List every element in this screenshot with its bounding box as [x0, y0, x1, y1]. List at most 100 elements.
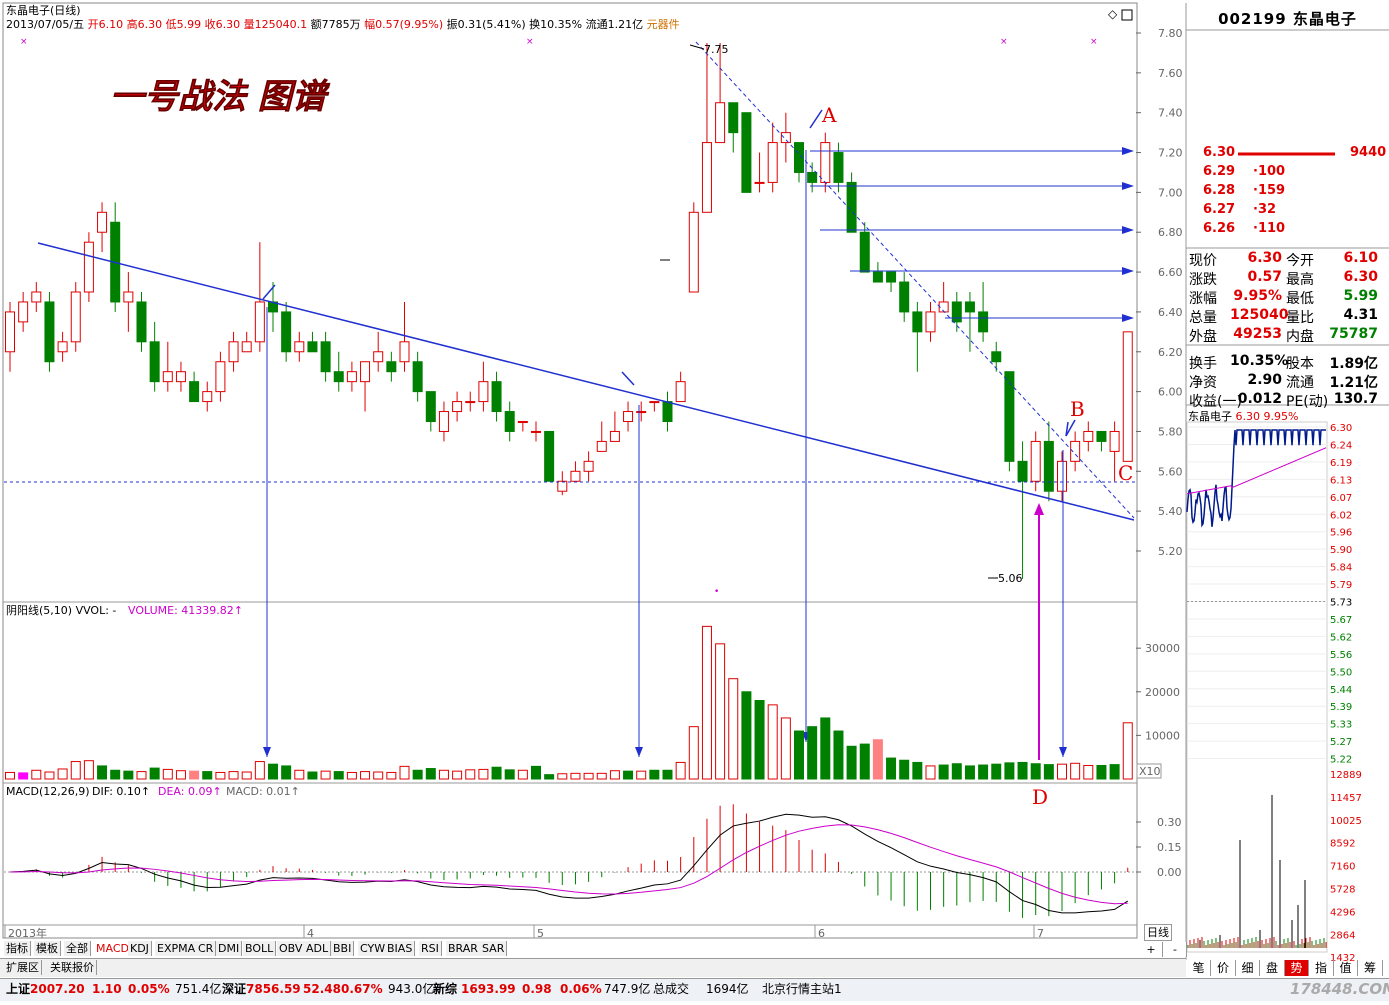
volume-bar — [1017, 761, 1028, 780]
arrow-head — [1122, 147, 1134, 155]
indicator-tab-模板[interactable]: 模板 — [34, 941, 61, 956]
candle-down — [425, 391, 436, 422]
quote-label: 涨幅 — [1189, 291, 1217, 307]
quote-value: 75787 — [1329, 326, 1378, 342]
indicator-tab-全部[interactable]: 全部 — [64, 941, 91, 956]
candle-up — [5, 311, 15, 353]
candle-down — [872, 271, 883, 283]
sub-tab[interactable]: 扩展区 — [4, 960, 42, 975]
candle-down — [741, 112, 752, 193]
tab-指[interactable]: 指 — [1310, 960, 1334, 976]
tab-笔[interactable]: 笔 — [1187, 960, 1211, 976]
candle-down — [281, 311, 292, 353]
arrow-head — [1122, 226, 1134, 234]
price-tick-label: 7.60 — [1158, 67, 1183, 80]
volume-bar — [807, 726, 818, 780]
volume-bar — [596, 772, 607, 780]
main-chart-svg: 7.80 7.60 7.40 7.20 7.00 6.80 6.60 6.40 6.20 6.00… — [2, 2, 1389, 964]
candle-up — [688, 211, 699, 293]
indicator-tab-boll[interactable]: BOLL — [243, 941, 277, 956]
marker-x: • — [714, 587, 719, 597]
indicator-tab-bias[interactable]: BIAS — [385, 941, 416, 956]
sh-change: 1.10 — [92, 982, 122, 996]
candle-up — [623, 411, 634, 422]
tab-盘[interactable]: 盘 — [1261, 960, 1285, 976]
volume-bar — [412, 769, 423, 780]
volume-value: 125040.1 — [254, 18, 308, 31]
volume-bar — [438, 769, 449, 780]
pointer-arrow — [809, 109, 823, 129]
x-axis-label: 2013年 — [8, 926, 47, 940]
indicator-tab-cyw[interactable]: CYW — [358, 941, 389, 956]
volume-bar — [215, 771, 226, 780]
candle-down — [728, 102, 739, 134]
quote-value: 125040 — [1230, 307, 1289, 323]
indicator-tab-sar[interactable]: SAR — [480, 941, 508, 956]
candle-up — [452, 401, 463, 413]
tab-细[interactable]: 细 — [1236, 960, 1260, 976]
amount-label: 额 — [310, 18, 322, 31]
volume-bar — [1070, 762, 1081, 780]
open-value: 6.10 — [98, 18, 124, 31]
zoom-in-button[interactable]: + — [1140, 942, 1163, 957]
candle-up — [162, 371, 173, 383]
indicator-tab-rsi[interactable]: RSI — [419, 941, 442, 956]
candle-down — [807, 171, 818, 183]
sh-index: 2007.20 — [30, 982, 85, 996]
tab-值[interactable]: 值 — [1334, 960, 1358, 976]
high-mark-label: 7.75 — [704, 43, 729, 56]
indicator-tab-bbi[interactable]: BBI — [331, 941, 355, 956]
candle-up — [767, 142, 778, 183]
price-tick-label: 5.80 — [1158, 425, 1183, 438]
volume-bar — [899, 759, 910, 780]
volume-bar — [452, 770, 463, 780]
volume-value-label: VOLUME: 41339.82↑ — [128, 604, 243, 617]
zoom-out-button[interactable]: - — [1164, 942, 1187, 957]
volume-indicator-label: 阴阳线(5,10) VVOL: - — [6, 603, 116, 617]
volume-bar — [281, 765, 292, 780]
volume-bar — [5, 771, 15, 780]
tab-价[interactable]: 价 — [1212, 960, 1236, 976]
candle-up — [649, 401, 660, 404]
sh-label: 上证 — [6, 982, 31, 996]
open-label: 开 — [87, 18, 99, 31]
tab-筹[interactable]: 筹 — [1359, 960, 1383, 976]
indicator-tab-macd[interactable]: MACD — [94, 941, 132, 956]
indicator-tab-cr[interactable]: CR — [196, 941, 217, 956]
turnover-label: 换 — [529, 18, 541, 31]
indicator-tab-kdj[interactable]: KDJ — [128, 941, 152, 956]
candle-up — [202, 391, 213, 403]
order-volume: 9440 — [1350, 145, 1387, 160]
volume-bar — [70, 761, 81, 780]
quote-label: 最高 — [1286, 272, 1314, 288]
volume-bar — [1030, 763, 1041, 780]
candle-up — [636, 411, 647, 414]
volume-bar — [623, 770, 634, 780]
tab-势[interactable]: 势 — [1285, 960, 1309, 976]
volume-bar — [97, 765, 108, 780]
sub-tab[interactable]: 关联报价 — [48, 960, 97, 975]
quote-label: 最低 — [1286, 291, 1314, 307]
indicator-tab-expma[interactable]: EXPMA — [155, 941, 199, 956]
indicator-tab-brar[interactable]: BRAR — [446, 941, 481, 956]
indicator-tab-指标[interactable]: 指标 — [4, 941, 31, 956]
sz-label: 深证 — [222, 982, 247, 996]
indicator-tab-dmi[interactable]: DMI — [216, 941, 243, 956]
order-volume: ·32 — [1253, 202, 1277, 217]
marker-x: × — [1000, 37, 1008, 47]
low-mark-label: 5.06 — [998, 572, 1023, 585]
period-label[interactable]: 日线 — [1144, 924, 1172, 941]
quote-value: 130.7 — [1333, 391, 1378, 407]
quote-label: 换手 — [1189, 356, 1217, 372]
quote-label: 外盘 — [1189, 329, 1217, 345]
x-axis-label: 7 — [1037, 927, 1044, 940]
price-tick-label: 6.20 — [1158, 346, 1183, 359]
quote-label: 今开 — [1286, 253, 1314, 269]
indicator-tab-obv[interactable]: OBV — [277, 941, 306, 956]
quote-label: 现价 — [1189, 253, 1217, 269]
quote-label: 涨跌 — [1189, 272, 1217, 288]
stock-code: 002199 — [1218, 10, 1287, 28]
quote-row: 现价 6.30 今开 6.10 — [1186, 250, 1386, 269]
candle-down — [912, 311, 923, 333]
indicator-tab-adl[interactable]: ADL — [304, 941, 332, 956]
